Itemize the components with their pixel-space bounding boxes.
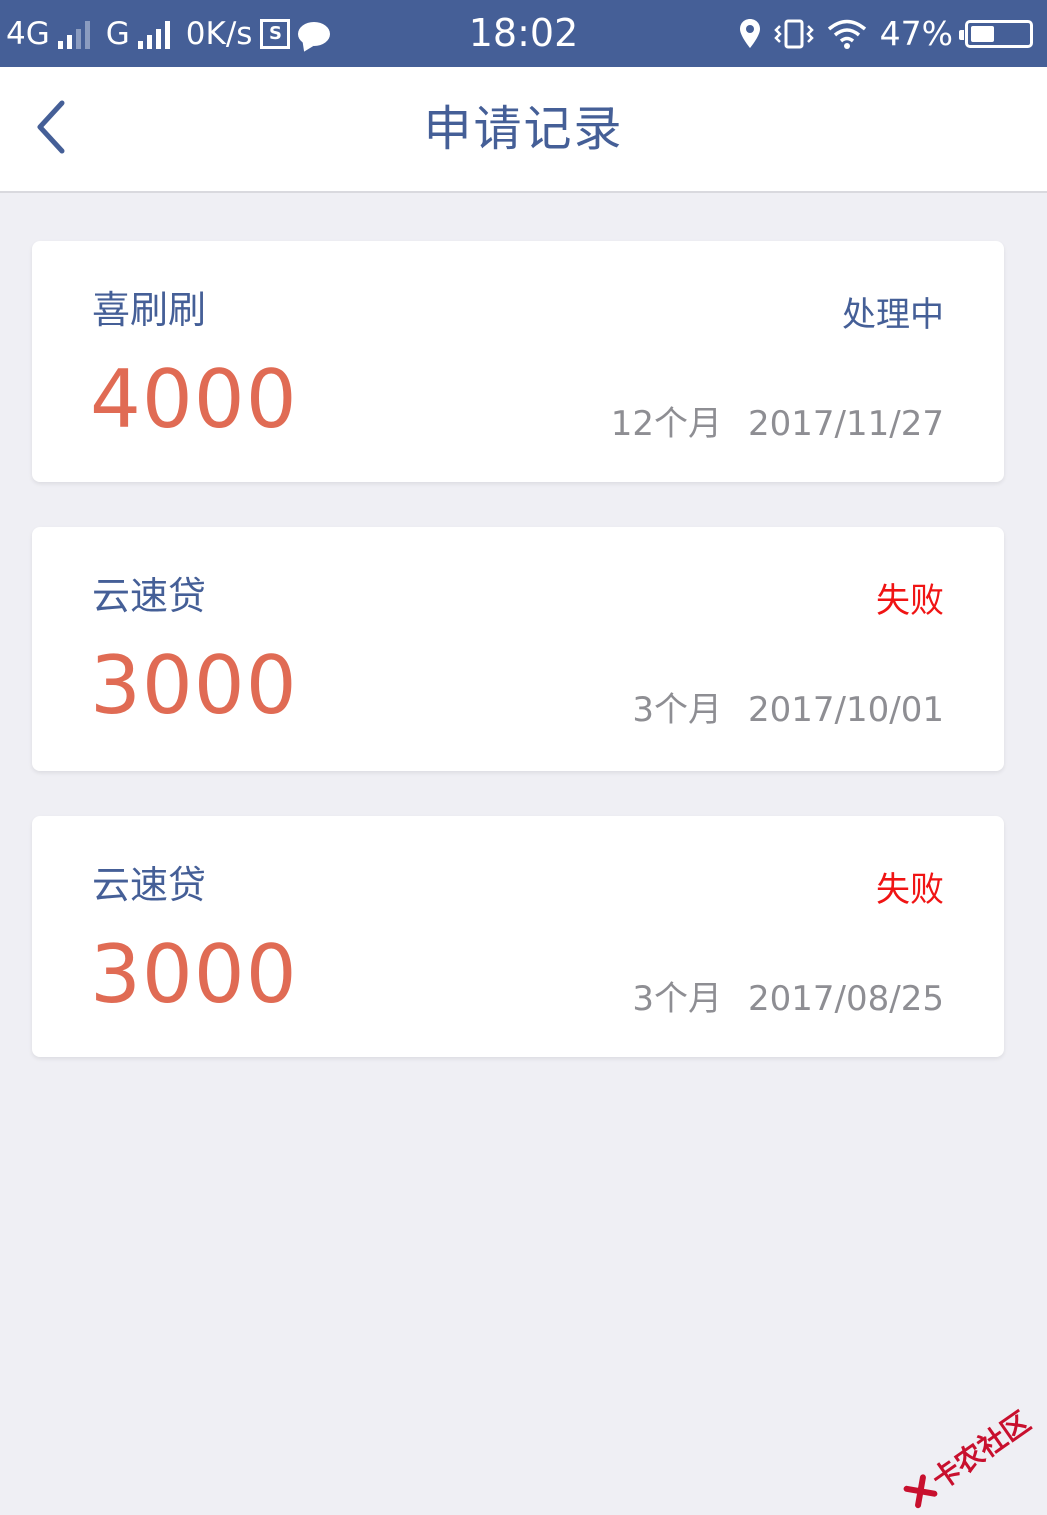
status-label: 失败 xyxy=(876,581,944,621)
location-icon xyxy=(739,18,760,48)
wifi-icon xyxy=(827,19,866,49)
battery-icon xyxy=(959,19,1033,48)
record-meta: 3个月 2017/10/01 xyxy=(632,682,944,731)
loan-amount: 4000 xyxy=(90,353,298,446)
loan-term: 3个月 xyxy=(632,690,723,730)
record-card[interactable]: 云速贷 失败 3000 3个月 2017/08/25 xyxy=(32,816,1004,1057)
battery-percent: 47% xyxy=(879,14,953,53)
product-name: 云速贷 xyxy=(92,863,207,907)
loan-term: 12个月 xyxy=(610,404,723,444)
page-title: 申请记录 xyxy=(423,101,624,157)
apply-date: 2017/11/27 xyxy=(748,404,944,444)
apply-date: 2017/10/01 xyxy=(748,690,944,730)
record-card[interactable]: 云速贷 失败 3000 3个月 2017/10/01 xyxy=(32,527,1004,771)
loan-term: 3个月 xyxy=(632,979,723,1019)
status-label: 失败 xyxy=(876,870,944,910)
status-bar: 4G G 0K/s S 18:02 47% xyxy=(0,0,1047,67)
product-name: 喜刷刷 xyxy=(92,288,207,332)
status-right: 47% xyxy=(738,0,1033,67)
record-meta: 3个月 2017/08/25 xyxy=(632,971,944,1020)
record-meta: 12个月 2017/11/27 xyxy=(611,396,944,445)
watermark-text: 卡农社区 xyxy=(925,1404,1037,1497)
navigation-bar: 申请记录 xyxy=(0,67,1047,193)
status-label: 处理中 xyxy=(842,295,944,335)
watermark: 卡农社区 xyxy=(898,1401,1037,1515)
loan-amount: 3000 xyxy=(90,928,298,1021)
record-card[interactable]: 喜刷刷 处理中 4000 12个月 2017/11/27 xyxy=(32,241,1004,482)
loan-amount: 3000 xyxy=(90,639,298,732)
apply-date: 2017/08/25 xyxy=(748,979,944,1019)
product-name: 云速贷 xyxy=(92,574,207,618)
vibrate-icon xyxy=(773,19,814,48)
